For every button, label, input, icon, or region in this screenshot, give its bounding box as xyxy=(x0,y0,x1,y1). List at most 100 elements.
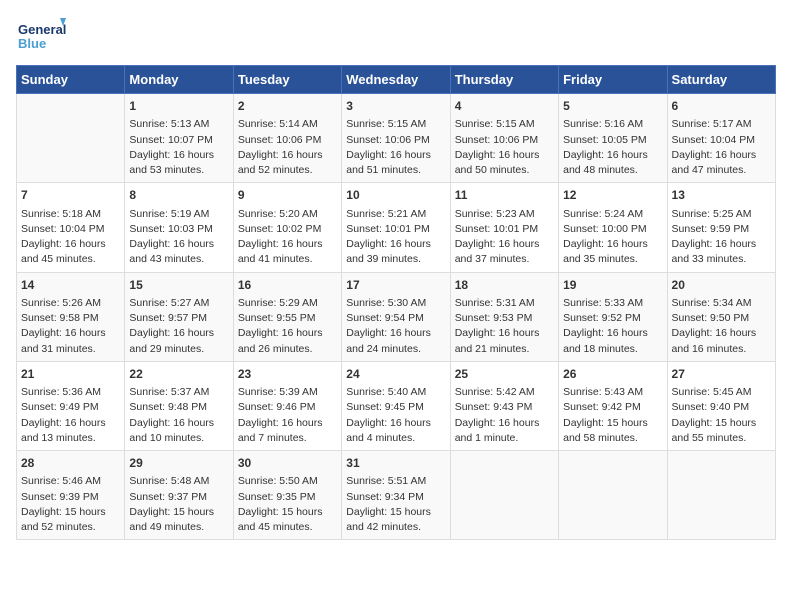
day-info: Sunrise: 5:15 AM Sunset: 10:06 PM Daylig… xyxy=(346,117,445,178)
calendar-cell: 16 Sunrise: 5:29 AM Sunset: 9:55 PM Dayli… xyxy=(233,272,341,361)
calendar-cell: 11 Sunrise: 5:23 AM Sunset: 10:01 PM Dayl… xyxy=(450,183,558,272)
calendar-cell: 2Sunrise: 5:14 AM Sunset: 10:06 PM Dayli… xyxy=(233,94,341,183)
calendar-cell xyxy=(559,451,667,540)
day-number: 14 xyxy=(21,277,120,294)
calendar-cell: 25 Sunrise: 5:42 AM Sunset: 9:43 PM Dayli… xyxy=(450,361,558,450)
day-info: Sunrise: 5:51 AM Sunset: 9:34 PM Dayligh… xyxy=(346,474,445,535)
calendar-cell: 3 Sunrise: 5:15 AM Sunset: 10:06 PM Dayli… xyxy=(342,94,450,183)
day-number: 21 xyxy=(21,366,120,383)
day-info: Sunrise: 5:13 AM Sunset: 10:07 PM Daylig… xyxy=(129,117,228,178)
day-info: Sunrise: 5:50 AM Sunset: 9:35 PM Dayligh… xyxy=(238,474,337,535)
logo: General Blue xyxy=(16,16,72,61)
day-number: 31 xyxy=(346,455,445,472)
logo-graphic: General Blue xyxy=(16,16,66,61)
day-info: Sunrise: 5:29 AM Sunset: 9:55 PM Dayligh… xyxy=(238,296,337,357)
day-number: 20 xyxy=(672,277,771,294)
header-day-saturday: Saturday xyxy=(667,66,775,94)
day-number: 26 xyxy=(563,366,662,383)
week-row-2: 7 Sunrise: 5:18 AM Sunset: 10:04 PM Dayli… xyxy=(17,183,776,272)
day-number: 11 xyxy=(455,187,554,204)
calendar-cell xyxy=(17,94,125,183)
day-number: 6 xyxy=(672,98,771,115)
calendar-cell: 20 Sunrise: 5:34 AM Sunset: 9:50 PM Dayli… xyxy=(667,272,775,361)
calendar-cell: 13Sunrise: 5:25 AM Sunset: 9:59 PM Dayli… xyxy=(667,183,775,272)
day-number: 7 xyxy=(21,187,120,204)
day-info: Sunrise: 5:45 AM Sunset: 9:40 PM Dayligh… xyxy=(672,385,771,446)
day-info: Sunrise: 5:39 AM Sunset: 9:46 PM Dayligh… xyxy=(238,385,337,446)
calendar-cell: 21 Sunrise: 5:36 AM Sunset: 9:49 PM Dayli… xyxy=(17,361,125,450)
day-number: 17 xyxy=(346,277,445,294)
week-row-3: 14 Sunrise: 5:26 AM Sunset: 9:58 PM Dayli… xyxy=(17,272,776,361)
day-info: Sunrise: 5:16 AM Sunset: 10:05 PM Daylig… xyxy=(563,117,662,178)
calendar-cell: 12 Sunrise: 5:24 AM Sunset: 10:00 PM Dayl… xyxy=(559,183,667,272)
day-number: 29 xyxy=(129,455,228,472)
day-number: 8 xyxy=(129,187,228,204)
day-info: Sunrise: 5:18 AM Sunset: 10:04 PM Daylig… xyxy=(21,207,120,268)
calendar-cell: 22 Sunrise: 5:37 AM Sunset: 9:48 PM Dayli… xyxy=(125,361,233,450)
day-info: Sunrise: 5:31 AM Sunset: 9:53 PM Dayligh… xyxy=(455,296,554,357)
day-info: Sunrise: 5:27 AM Sunset: 9:57 PM Dayligh… xyxy=(129,296,228,357)
day-info: Sunrise: 5:21 AM Sunset: 10:01 PM Daylig… xyxy=(346,207,445,268)
calendar-cell: 8Sunrise: 5:19 AM Sunset: 10:03 PM Dayli… xyxy=(125,183,233,272)
day-number: 25 xyxy=(455,366,554,383)
header-day-friday: Friday xyxy=(559,66,667,94)
day-info: Sunrise: 5:46 AM Sunset: 9:39 PM Dayligh… xyxy=(21,474,120,535)
day-info: Sunrise: 5:17 AM Sunset: 10:04 PM Daylig… xyxy=(672,117,771,178)
day-info: Sunrise: 5:42 AM Sunset: 9:43 PM Dayligh… xyxy=(455,385,554,446)
day-number: 5 xyxy=(563,98,662,115)
day-number: 3 xyxy=(346,98,445,115)
week-row-1: 1Sunrise: 5:13 AM Sunset: 10:07 PM Dayli… xyxy=(17,94,776,183)
day-number: 15 xyxy=(129,277,228,294)
calendar-cell: 14 Sunrise: 5:26 AM Sunset: 9:58 PM Dayli… xyxy=(17,272,125,361)
calendar-cell: 28 Sunrise: 5:46 AM Sunset: 9:39 PM Dayli… xyxy=(17,451,125,540)
day-info: Sunrise: 5:15 AM Sunset: 10:06 PM Daylig… xyxy=(455,117,554,178)
day-info: Sunrise: 5:23 AM Sunset: 10:01 PM Daylig… xyxy=(455,207,554,268)
day-number: 24 xyxy=(346,366,445,383)
header-day-thursday: Thursday xyxy=(450,66,558,94)
calendar-cell: 4 Sunrise: 5:15 AM Sunset: 10:06 PM Dayli… xyxy=(450,94,558,183)
week-row-4: 21 Sunrise: 5:36 AM Sunset: 9:49 PM Dayli… xyxy=(17,361,776,450)
calendar-cell: 24 Sunrise: 5:40 AM Sunset: 9:45 PM Dayli… xyxy=(342,361,450,450)
calendar-header-row: SundayMondayTuesdayWednesdayThursdayFrid… xyxy=(17,66,776,94)
day-number: 28 xyxy=(21,455,120,472)
calendar-cell xyxy=(450,451,558,540)
calendar-cell: 7 Sunrise: 5:18 AM Sunset: 10:04 PM Dayli… xyxy=(17,183,125,272)
calendar-cell: 23Sunrise: 5:39 AM Sunset: 9:46 PM Dayli… xyxy=(233,361,341,450)
calendar-cell: 9 Sunrise: 5:20 AM Sunset: 10:02 PM Dayli… xyxy=(233,183,341,272)
calendar-cell: 1Sunrise: 5:13 AM Sunset: 10:07 PM Dayli… xyxy=(125,94,233,183)
day-info: Sunrise: 5:26 AM Sunset: 9:58 PM Dayligh… xyxy=(21,296,120,357)
day-number: 19 xyxy=(563,277,662,294)
header-day-monday: Monday xyxy=(125,66,233,94)
day-info: Sunrise: 5:43 AM Sunset: 9:42 PM Dayligh… xyxy=(563,385,662,446)
calendar-cell: 15 Sunrise: 5:27 AM Sunset: 9:57 PM Dayli… xyxy=(125,272,233,361)
day-info: Sunrise: 5:20 AM Sunset: 10:02 PM Daylig… xyxy=(238,207,337,268)
day-info: Sunrise: 5:48 AM Sunset: 9:37 PM Dayligh… xyxy=(129,474,228,535)
day-number: 10 xyxy=(346,187,445,204)
day-info: Sunrise: 5:40 AM Sunset: 9:45 PM Dayligh… xyxy=(346,385,445,446)
header-day-tuesday: Tuesday xyxy=(233,66,341,94)
header-day-wednesday: Wednesday xyxy=(342,66,450,94)
svg-text:Blue: Blue xyxy=(18,36,46,51)
calendar-cell: 17Sunrise: 5:30 AM Sunset: 9:54 PM Dayli… xyxy=(342,272,450,361)
calendar-cell: 18 Sunrise: 5:31 AM Sunset: 9:53 PM Dayli… xyxy=(450,272,558,361)
calendar-cell: 5 Sunrise: 5:16 AM Sunset: 10:05 PM Dayli… xyxy=(559,94,667,183)
day-info: Sunrise: 5:24 AM Sunset: 10:00 PM Daylig… xyxy=(563,207,662,268)
calendar-cell: 26 Sunrise: 5:43 AM Sunset: 9:42 PM Dayli… xyxy=(559,361,667,450)
day-info: Sunrise: 5:36 AM Sunset: 9:49 PM Dayligh… xyxy=(21,385,120,446)
day-number: 22 xyxy=(129,366,228,383)
day-number: 4 xyxy=(455,98,554,115)
calendar-cell: 10 Sunrise: 5:21 AM Sunset: 10:01 PM Dayl… xyxy=(342,183,450,272)
day-info: Sunrise: 5:34 AM Sunset: 9:50 PM Dayligh… xyxy=(672,296,771,357)
header-day-sunday: Sunday xyxy=(17,66,125,94)
day-number: 13 xyxy=(672,187,771,204)
day-info: Sunrise: 5:37 AM Sunset: 9:48 PM Dayligh… xyxy=(129,385,228,446)
calendar-cell: 31 Sunrise: 5:51 AM Sunset: 9:34 PM Dayli… xyxy=(342,451,450,540)
day-number: 12 xyxy=(563,187,662,204)
calendar-cell: 30Sunrise: 5:50 AM Sunset: 9:35 PM Dayli… xyxy=(233,451,341,540)
calendar-table: SundayMondayTuesdayWednesdayThursdayFrid… xyxy=(16,65,776,540)
page-header: General Blue xyxy=(16,16,776,61)
day-info: Sunrise: 5:14 AM Sunset: 10:06 PM Daylig… xyxy=(238,117,337,178)
day-number: 9 xyxy=(238,187,337,204)
day-number: 18 xyxy=(455,277,554,294)
day-number: 16 xyxy=(238,277,337,294)
